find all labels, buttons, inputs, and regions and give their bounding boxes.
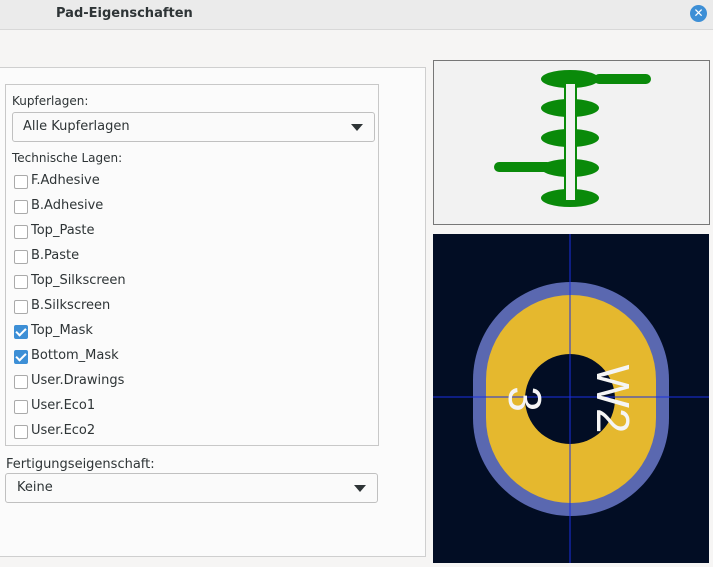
chevron-down-icon xyxy=(351,124,363,131)
fabrication-property-value: Keine xyxy=(17,480,53,495)
layer-checkbox-label: User.Eco2 xyxy=(31,423,96,438)
checkbox-icon[interactable] xyxy=(14,275,28,289)
chevron-down-icon xyxy=(354,485,366,492)
fabrication-property-dropdown[interactable]: Keine xyxy=(5,473,378,503)
checkbox-icon[interactable] xyxy=(14,225,28,239)
stackup-preview xyxy=(433,60,710,225)
layer-checkbox-label: B.Paste xyxy=(31,248,80,263)
layers-frame: Kupferlagen: Alle Kupferlagen Technische… xyxy=(5,84,379,446)
checkbox-icon[interactable] xyxy=(14,175,28,189)
copper-layers-dropdown[interactable]: Alle Kupferlagen xyxy=(12,112,375,142)
layer-checkbox-label: B.Adhesive xyxy=(31,198,104,213)
layer-checkbox-label: F.Adhesive xyxy=(31,173,100,188)
copper-layers-label: Kupferlagen: xyxy=(12,94,89,108)
checkbox-icon[interactable] xyxy=(14,200,28,214)
drill-barrel xyxy=(564,82,577,202)
layer-checkbox-label: Bottom_Mask xyxy=(31,348,119,363)
stackup-preview-drawing xyxy=(494,70,651,207)
checkbox-icon[interactable] xyxy=(14,400,28,414)
layer-checkbox-label: Top_Mask xyxy=(31,323,93,338)
checkbox-icon[interactable] xyxy=(14,425,28,439)
layer-checkbox-label: User.Eco1 xyxy=(31,398,96,413)
pad-preview: 3 W2 xyxy=(433,234,709,563)
technical-layers-label: Technische Lagen: xyxy=(12,151,123,165)
pad-preview-drawing: 3 W2 xyxy=(433,234,709,563)
checkbox-icon[interactable] xyxy=(14,325,28,339)
checkbox-icon[interactable] xyxy=(14,375,28,389)
track-top xyxy=(594,74,651,84)
title-bar: Pad-Eigenschaften ✕ xyxy=(0,0,713,30)
layer-checkbox-label: Top_Paste xyxy=(31,223,95,238)
checkbox-icon[interactable] xyxy=(14,250,28,264)
pad-number-text: 3 xyxy=(499,386,551,412)
layer-checkbox-label: B.Silkscreen xyxy=(31,298,111,313)
window-title: Pad-Eigenschaften xyxy=(56,6,193,21)
net-name-text: W2 xyxy=(587,365,639,434)
close-icon[interactable]: ✕ xyxy=(690,5,707,22)
copper-layers-value: Alle Kupferlagen xyxy=(23,119,130,134)
layer-checkbox-label: Top_Silkscreen xyxy=(31,273,126,288)
checkbox-icon[interactable] xyxy=(14,350,28,364)
fabrication-property-label: Fertigungseigenschaft: xyxy=(6,457,155,472)
checkbox-icon[interactable] xyxy=(14,300,28,314)
layer-checkbox-label: User.Drawings xyxy=(31,373,125,388)
